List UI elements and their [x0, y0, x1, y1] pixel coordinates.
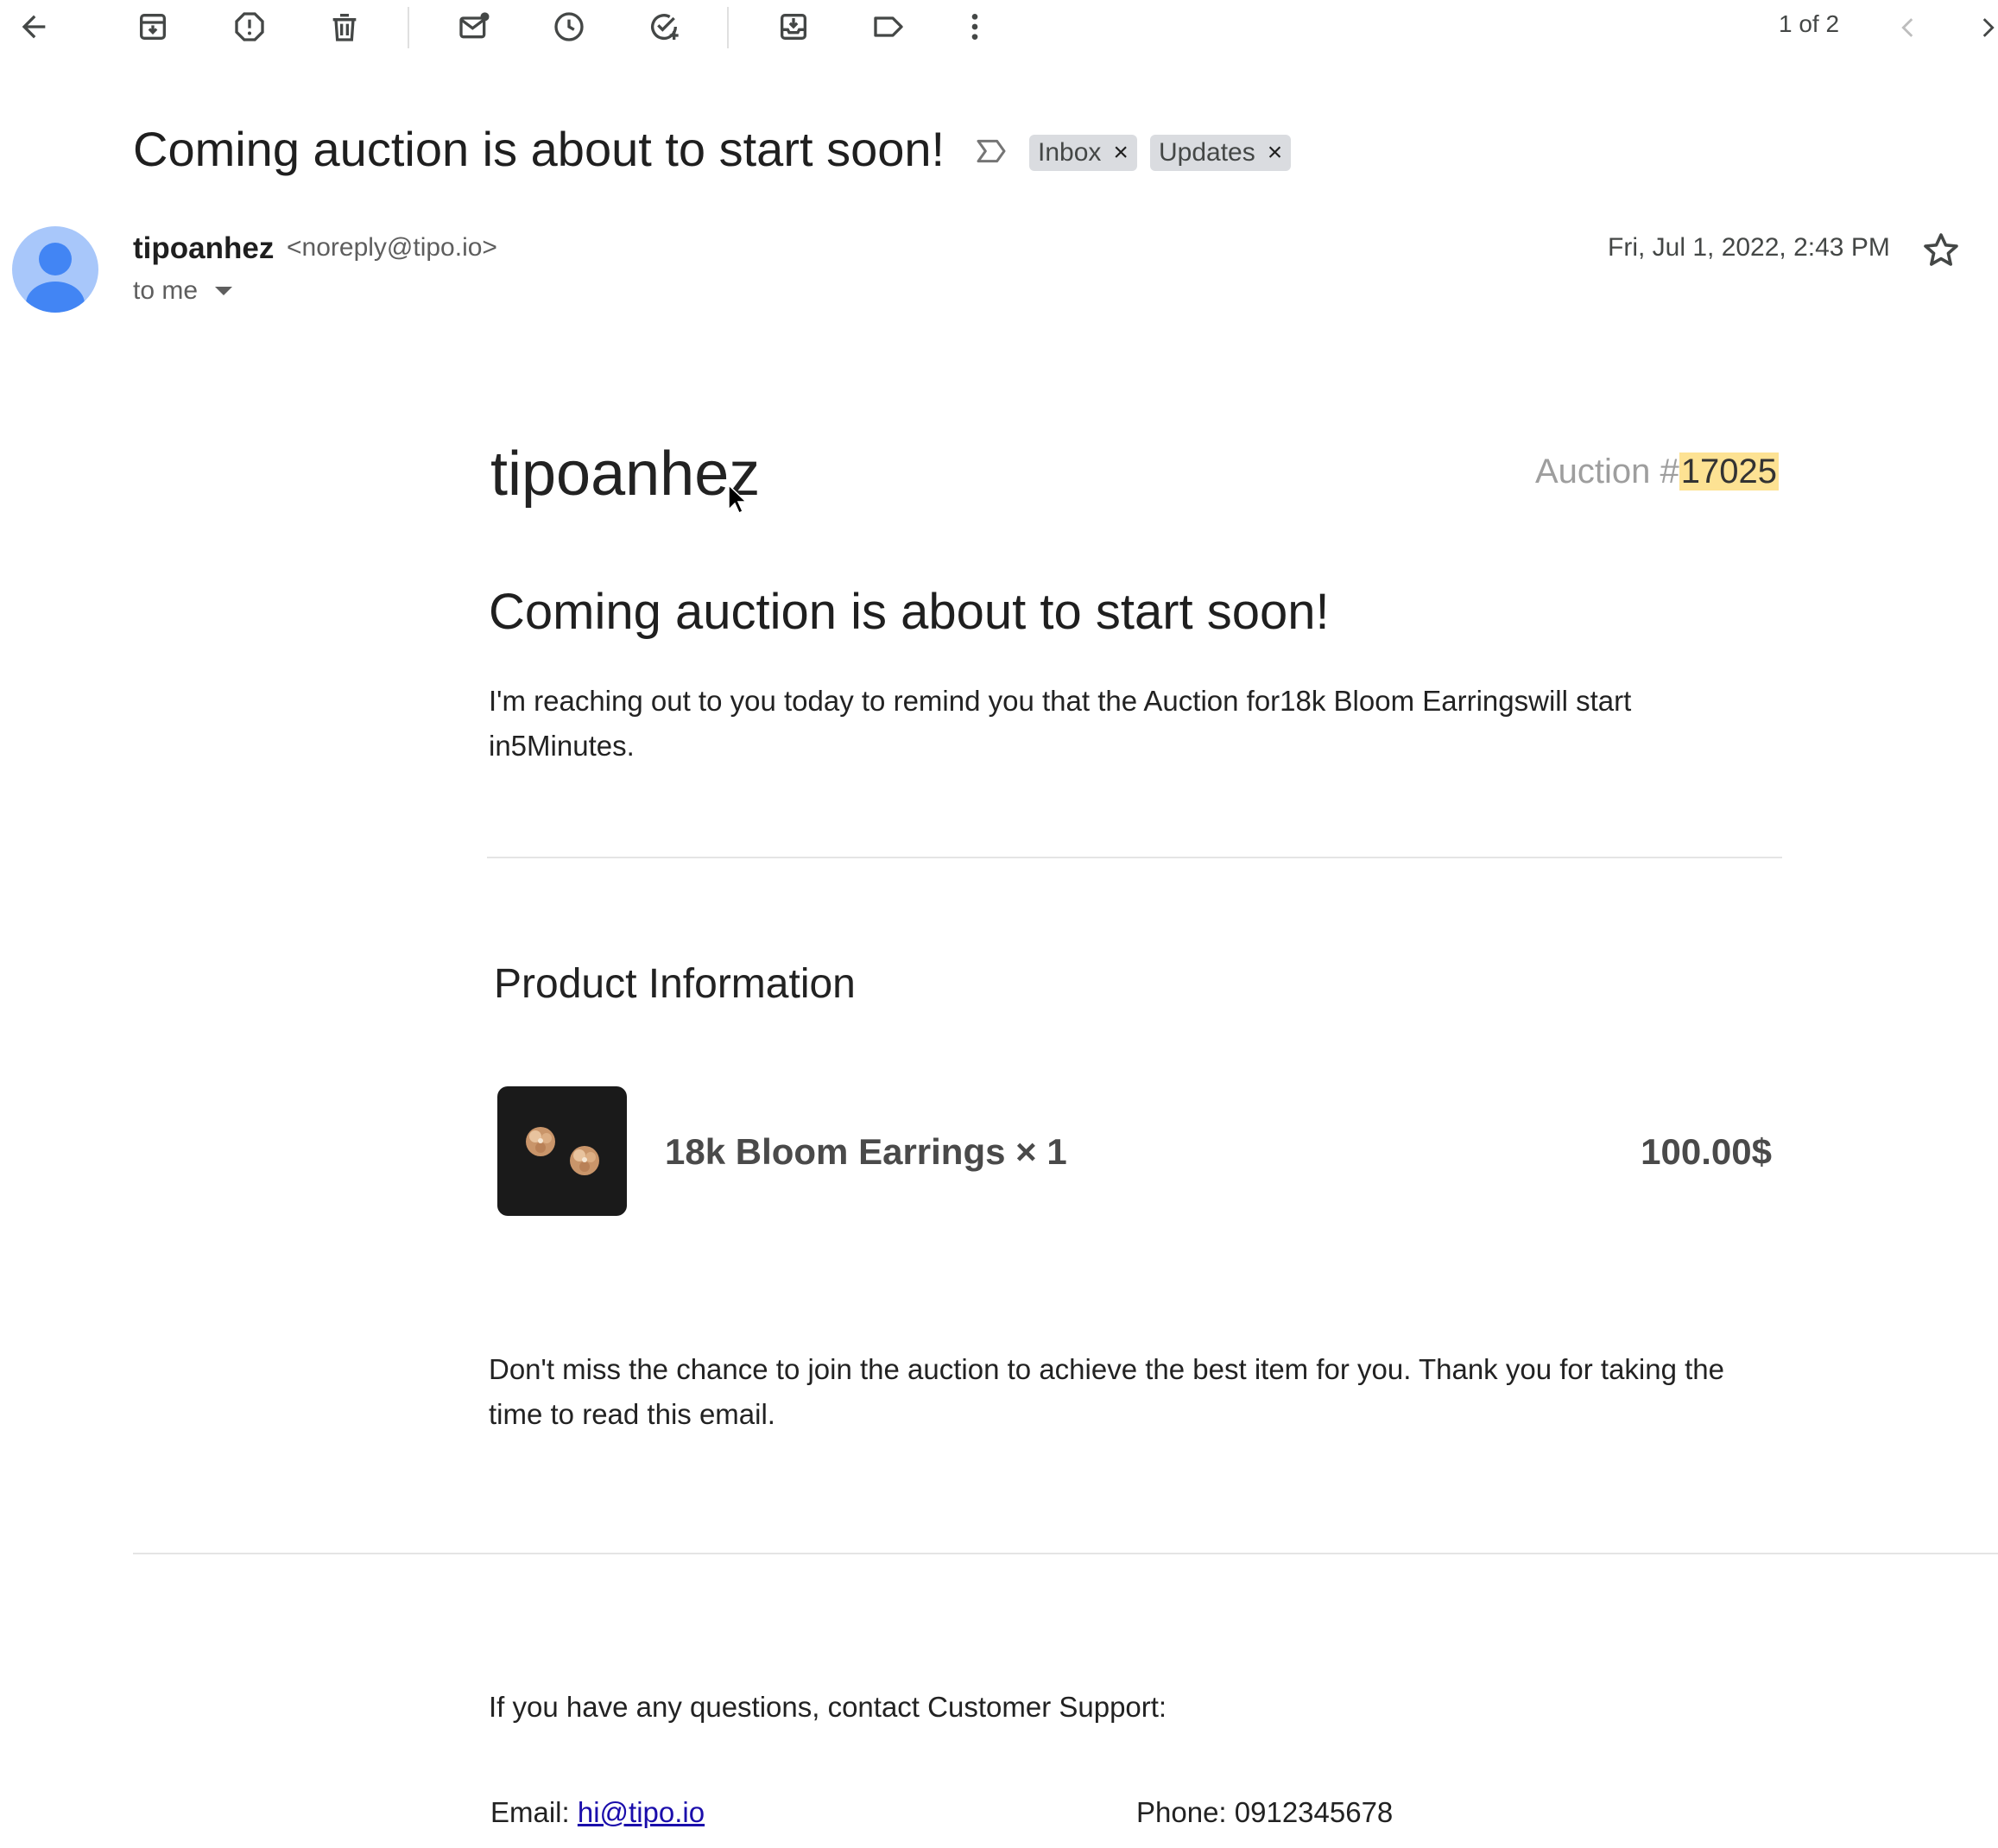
remove-label-icon[interactable]: ×: [1268, 140, 1283, 166]
back-arrow-icon[interactable]: [12, 5, 55, 48]
section-title: Product Information: [494, 961, 856, 1007]
toolbar-divider: [727, 7, 729, 48]
add-task-icon[interactable]: [642, 5, 686, 48]
avatar[interactable]: [12, 226, 98, 313]
email-date: Fri, Jul 1, 2022, 2:43 PM: [1608, 233, 1890, 262]
sender-name[interactable]: tipoanhez: [133, 231, 274, 266]
auction-number: Auction #17025: [1535, 453, 1779, 491]
section-divider: [487, 857, 1782, 858]
toolbar-divider: [408, 7, 409, 48]
intro-paragraph: I'm reaching out to you today to remind …: [489, 685, 1632, 762]
closing-paragraph: Don't miss the chance to join the auctio…: [489, 1353, 1725, 1430]
star-icon[interactable]: [1920, 230, 1962, 271]
label-chip-text: Inbox: [1038, 138, 1102, 167]
product-name: 18k Bloom Earrings × 1: [665, 1131, 1067, 1172]
delete-icon[interactable]: [323, 5, 366, 48]
more-vert-icon[interactable]: [953, 5, 996, 48]
report-spam-icon[interactable]: [228, 5, 271, 48]
contact-email: Email: hi@tipo.io: [490, 1796, 705, 1829]
chevron-left-icon[interactable]: [1889, 9, 1927, 47]
mouse-cursor-icon: [728, 484, 748, 515]
remove-label-icon[interactable]: ×: [1113, 140, 1129, 166]
recipient-details[interactable]: to me: [133, 276, 233, 306]
snooze-icon[interactable]: [547, 5, 591, 48]
email-label: Email:: [490, 1796, 578, 1828]
mark-unread-icon[interactable]: [452, 5, 496, 48]
contact-phone: Phone: 0912345678: [1136, 1796, 1394, 1828]
footer-divider: [133, 1553, 1998, 1554]
product-price: 100.00$: [1641, 1131, 1772, 1172]
caret-down-icon[interactable]: [215, 287, 233, 295]
label-chip-updates: Updates ×: [1150, 135, 1292, 171]
label-chip-inbox: Inbox ×: [1029, 135, 1137, 171]
support-email-link[interactable]: hi@tipo.io: [578, 1796, 705, 1828]
auction-id-highlight: 17025: [1679, 453, 1779, 490]
label-chip-text: Updates: [1159, 138, 1255, 167]
brand-name: tipoanhez: [490, 440, 761, 509]
support-text: If you have any questions, contact Custo…: [489, 1691, 1167, 1723]
archive-icon[interactable]: [131, 5, 174, 48]
importance-marker-icon[interactable]: [974, 134, 1008, 168]
email-subject: Coming auction is about to start soon!: [133, 122, 945, 176]
person-icon: [26, 243, 85, 313]
move-to-icon[interactable]: [772, 5, 815, 48]
email-headline: Coming auction is about to start soon!: [489, 584, 1330, 640]
auction-prefix: Auction #: [1534, 453, 1679, 490]
product-image: [497, 1086, 627, 1216]
recipient-label: to me: [133, 276, 199, 305]
chevron-right-icon[interactable]: [1969, 9, 1998, 47]
sender-email: <noreply@tipo.io>: [287, 233, 497, 262]
label-icon[interactable]: [867, 5, 910, 48]
pager-count: 1 of 2: [1779, 10, 1840, 37]
